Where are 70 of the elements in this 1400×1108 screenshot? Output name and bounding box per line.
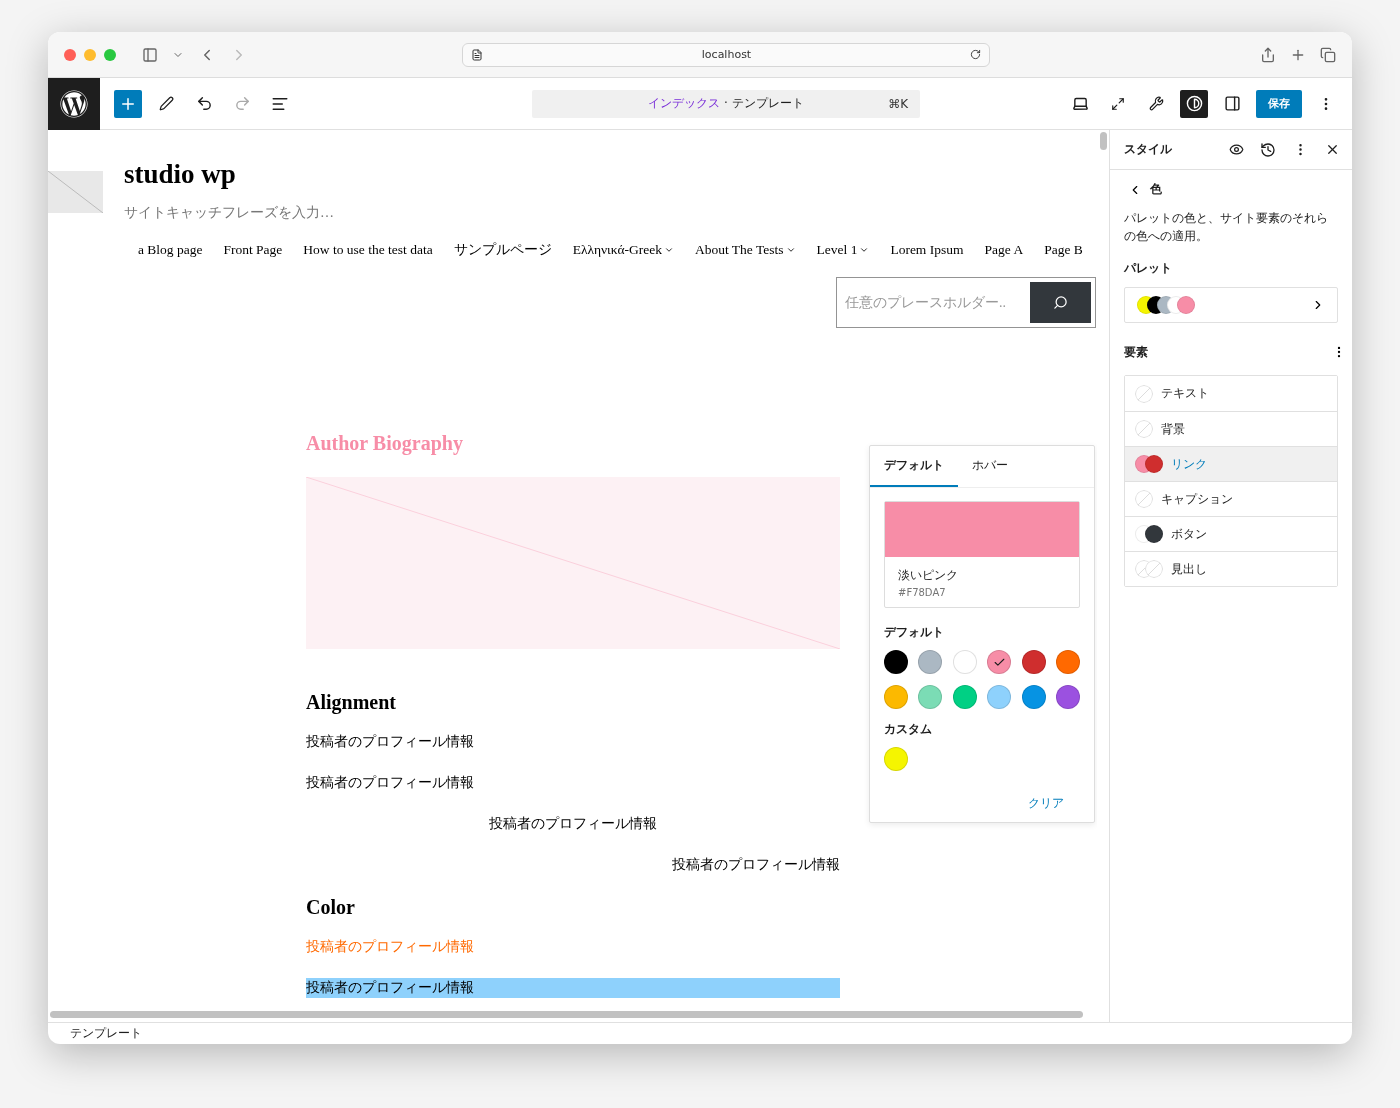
nav-link[interactable]: Level 1: [816, 241, 870, 260]
color-swatch[interactable]: [987, 650, 1012, 674]
tabs-overview-icon[interactable]: [1320, 46, 1336, 63]
tab[interactable]: デフォルト: [870, 446, 958, 487]
nav-link[interactable]: Ελληνικά-Greek: [572, 241, 674, 260]
site-tagline: サイトキャッチフレーズを入力…: [124, 204, 334, 223]
group-label: デフォルト: [884, 624, 945, 641]
nav-link[interactable]: Page A: [984, 241, 1024, 260]
scrollbar[interactable]: [50, 1011, 1083, 1018]
color-swatch[interactable]: [918, 685, 943, 709]
description: パレットの色と、サイト要素のそれらの色への適用。: [1123, 210, 1329, 245]
paragraph: 投稿者のプロフィール情報: [306, 938, 475, 957]
color-swatch[interactable]: [987, 685, 1012, 709]
sidebar-toggle-icon[interactable]: [142, 46, 158, 63]
color-swatch[interactable]: [884, 747, 908, 771]
palette-button[interactable]: [1124, 287, 1338, 323]
panel-title: スタイル: [1124, 142, 1173, 157]
address-bar[interactable]: localhost: [462, 42, 990, 67]
color-swatch[interactable]: [1055, 685, 1080, 709]
scrollbar[interactable]: [1099, 132, 1107, 150]
color-swatch[interactable]: [952, 685, 977, 709]
clear-link[interactable]: クリア: [1022, 795, 1070, 812]
share-icon[interactable]: [1260, 46, 1276, 63]
site-logo-icon[interactable]: [48, 77, 100, 130]
nav-link[interactable]: Front Page: [223, 241, 283, 260]
close-window-button[interactable]: [64, 48, 76, 61]
heading: Alignment: [306, 691, 397, 715]
heading: Color: [306, 896, 356, 920]
tab[interactable]: ホバー: [958, 446, 1022, 487]
logo-placeholder: [48, 171, 103, 213]
element-item[interactable]: 見出し: [1125, 551, 1337, 586]
search-button[interactable]: [1030, 282, 1091, 324]
styles-contrast-button[interactable]: [1180, 89, 1208, 118]
nav-link[interactable]: Lorem Ipsum: [890, 241, 964, 260]
element-item[interactable]: リンク: [1125, 446, 1337, 481]
section-label: パレット: [1124, 259, 1172, 277]
command-bar[interactable]: インデックス · テンプレート ⌘K: [532, 89, 920, 118]
nav-link[interactable]: How to use the test data: [303, 241, 433, 260]
section-title: 色: [1150, 182, 1162, 197]
color-name: 淡いピンク: [897, 567, 959, 583]
save-button[interactable]: 保存: [1256, 89, 1302, 118]
search-icon: [1053, 295, 1068, 311]
group-label: カスタム: [884, 721, 933, 738]
color-swatch[interactable]: [1055, 650, 1080, 674]
nav-link[interactable]: About The Tests: [694, 241, 796, 260]
color-swatch[interactable]: [1021, 685, 1046, 709]
color-swatch[interactable]: [1021, 650, 1046, 674]
nav-link[interactable]: サンプルページ: [453, 241, 552, 260]
nav-link[interactable]: a Blog page: [138, 241, 203, 260]
site-title: studio wp: [124, 158, 237, 191]
add-block-button[interactable]: [114, 89, 142, 118]
paragraph: 投稿者のプロフィール情報: [671, 856, 840, 875]
paragraph: 投稿者のプロフィール情報: [488, 815, 658, 834]
color-swatch[interactable]: [884, 685, 908, 709]
paragraph: 投稿者のプロフィール情報: [306, 774, 475, 793]
color-hex: #F78DA7: [897, 586, 947, 600]
color-swatch[interactable]: [918, 650, 943, 674]
color-swatch[interactable]: [884, 650, 908, 674]
status-bar-text: テンプレート: [48, 1022, 1352, 1044]
reload-icon[interactable]: [970, 49, 981, 60]
search-field[interactable]: 任意のプレースホルダー..: [836, 277, 1096, 329]
section-label: 要素: [1124, 343, 1148, 361]
nav-link[interactable]: Page B: [1044, 241, 1083, 260]
heading: Author Biography: [306, 432, 464, 456]
paragraph: 投稿者のプロフィール情報: [306, 733, 475, 752]
contrast-icon: [1185, 95, 1203, 112]
page-icon: [471, 48, 483, 61]
highlighted-paragraph: 投稿者のプロフィール情報: [306, 978, 840, 999]
url-text: localhost: [701, 48, 752, 61]
color-swatch[interactable]: [952, 650, 977, 674]
